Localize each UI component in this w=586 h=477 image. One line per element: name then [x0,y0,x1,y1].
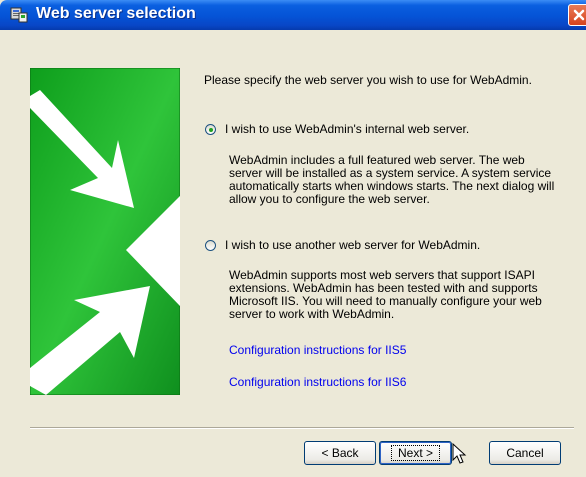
description-line: WebAdmin includes a full featured web se… [229,153,525,167]
description-line: server will be installed as a system ser… [229,166,552,180]
radio-selected-dot [209,128,213,132]
next-button-label: Next > [390,445,440,461]
description-line: extensions. WebAdmin has been tested wit… [229,281,538,295]
dialog-window: Web server selection Please specify the … [0,0,586,477]
close-button[interactable] [568,4,586,26]
next-button[interactable]: Next > [379,441,452,465]
close-icon [573,9,585,21]
internal-server-radio[interactable] [205,124,216,135]
iis6-instructions-link[interactable]: Configuration instructions for IIS6 [229,375,406,389]
intro-text: Please specify the web server you wish t… [204,73,532,87]
external-server-label[interactable]: I wish to use another web server for Web… [225,238,480,252]
title-bar[interactable]: Web server selection [0,0,586,30]
description-line: WebAdmin supports most web servers that … [229,268,535,282]
cancel-button[interactable]: Cancel [489,441,561,465]
internal-server-label[interactable]: I wish to use WebAdmin's internal web se… [225,122,469,136]
setup-icon [10,7,28,23]
external-server-radio[interactable] [205,240,216,251]
iis5-instructions-link[interactable]: Configuration instructions for IIS5 [229,343,406,357]
description-line: allow you to configure the web server. [229,192,430,206]
back-button[interactable]: < Back [304,441,376,465]
description-line: automatically starts when windows starts… [229,179,555,193]
description-line: Microsoft IIS. You will need to manually… [229,294,542,308]
mouse-pointer-icon [452,443,467,464]
wizard-banner-image [30,68,180,395]
description-line: server to work with WebAdmin. [229,307,395,321]
button-separator [30,427,574,429]
window-title: Web server selection [36,5,196,22]
